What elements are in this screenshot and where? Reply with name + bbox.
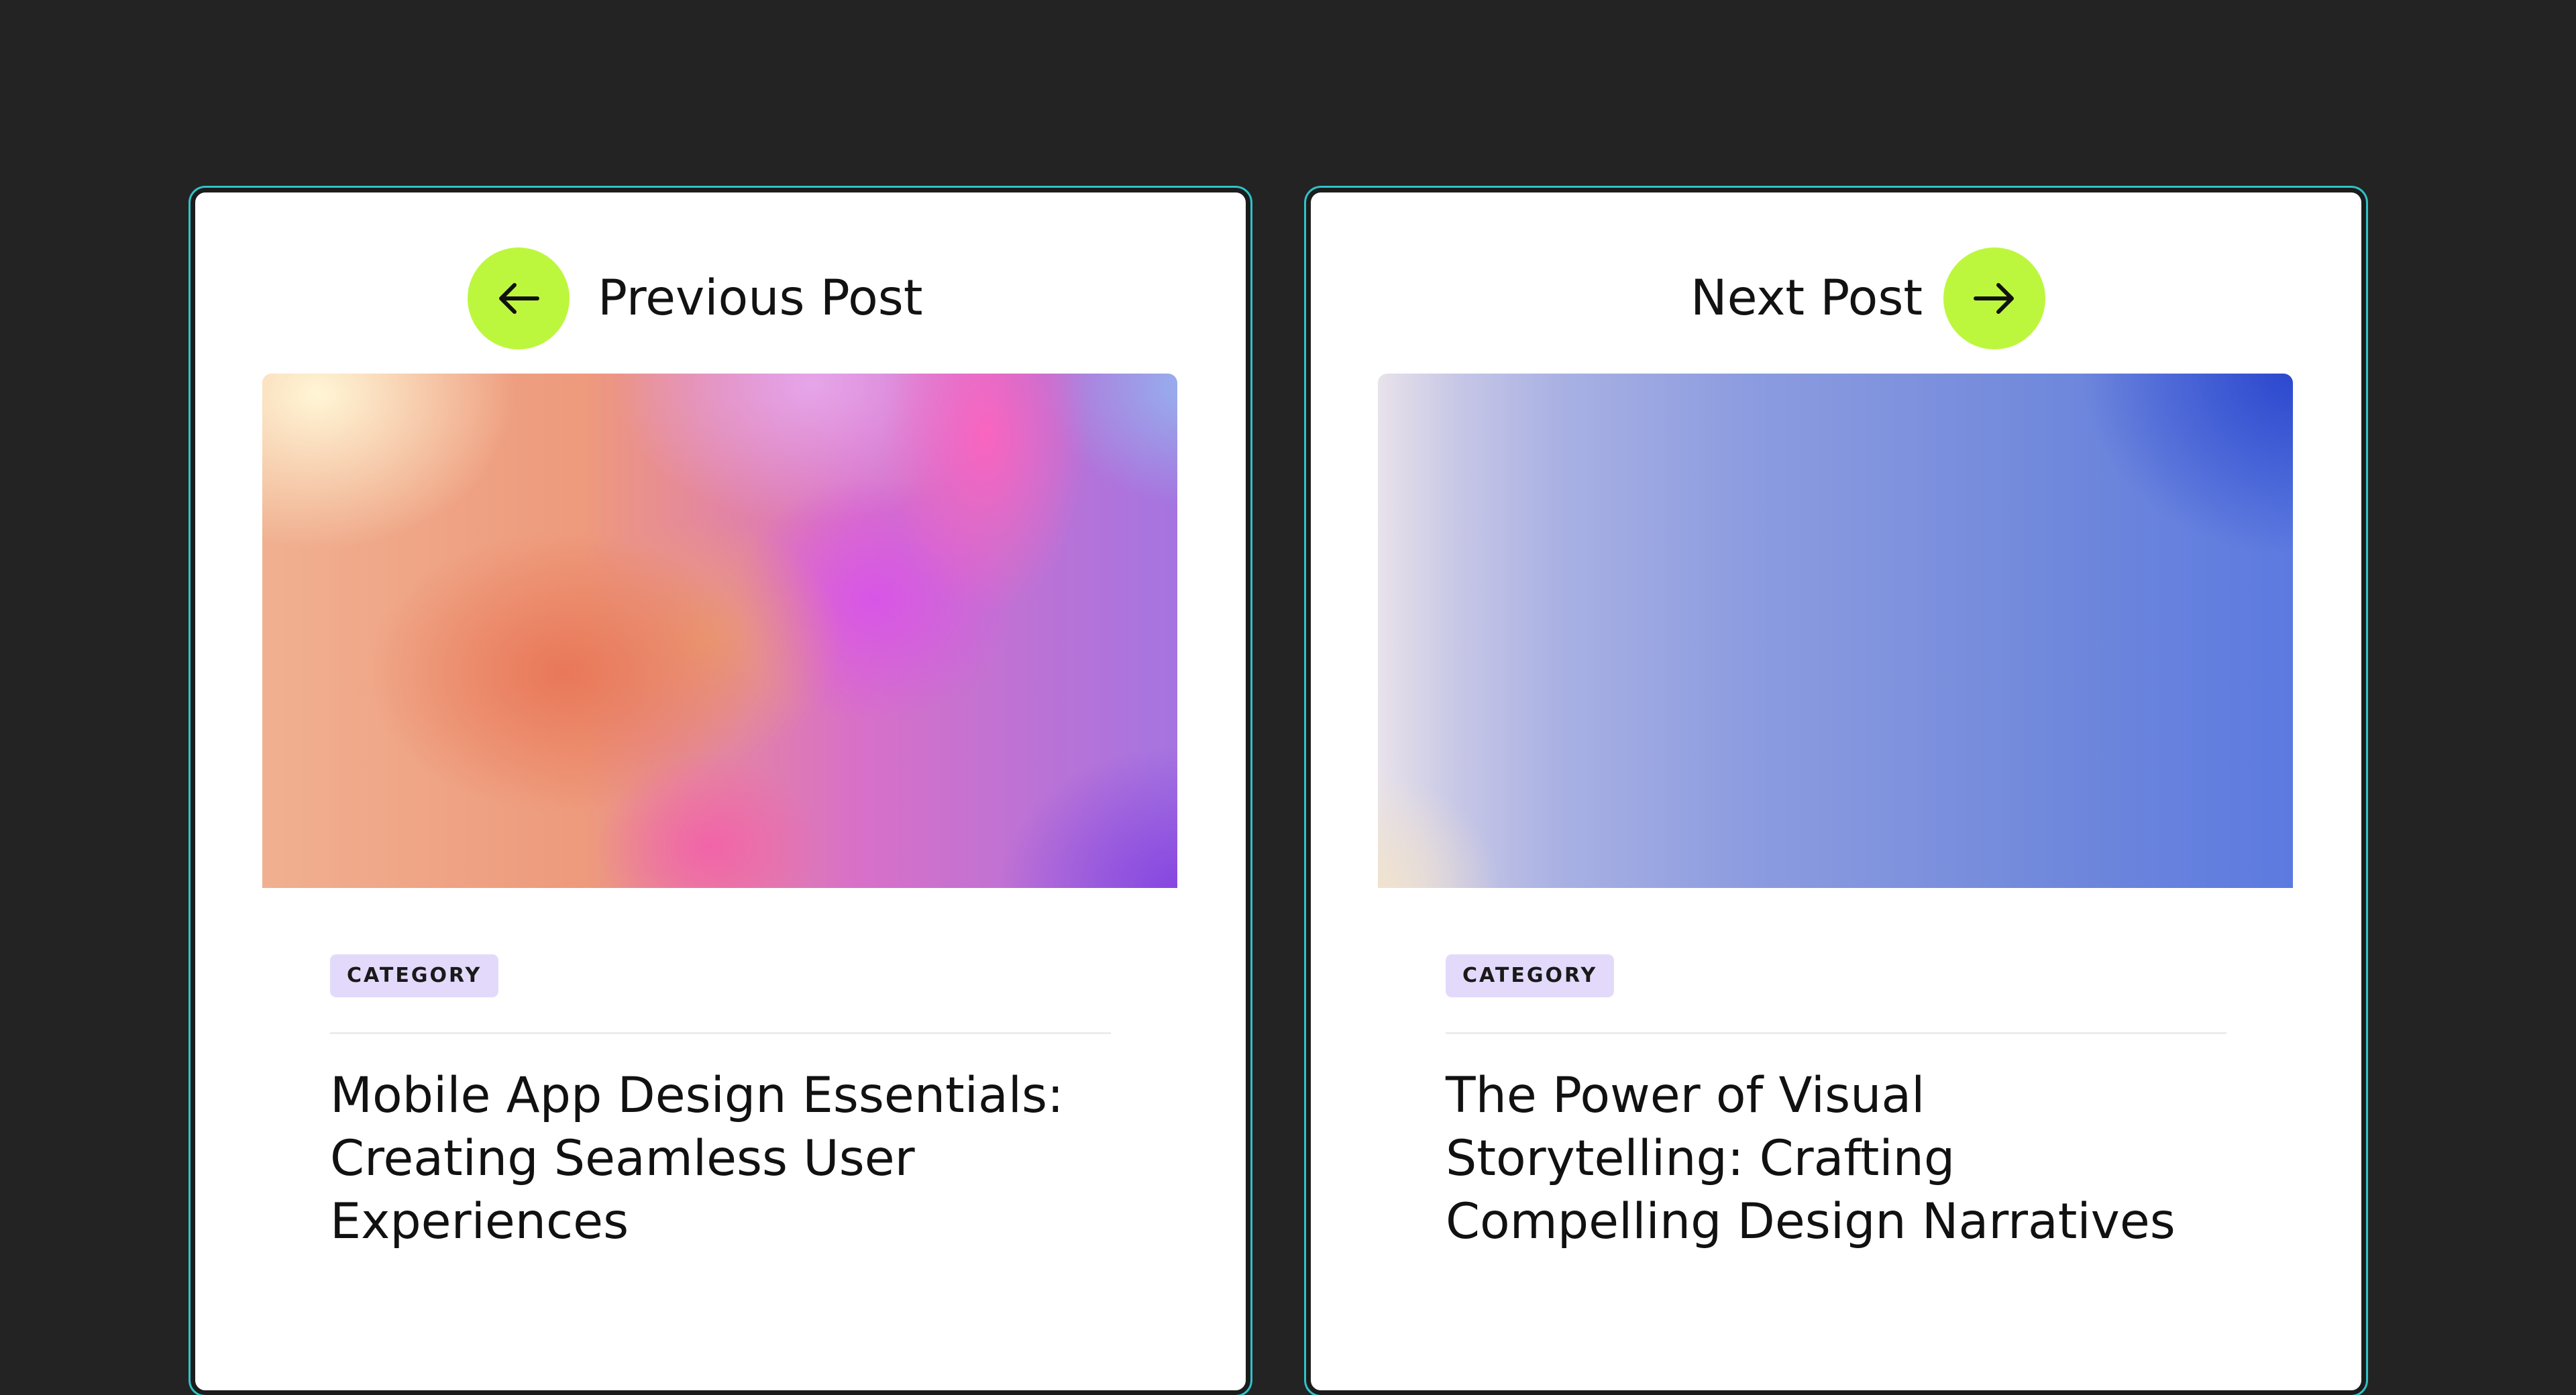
previous-post-label[interactable]: Previous Post	[598, 266, 922, 331]
previous-post-card[interactable]: Previous Post CATEGORY Mobile App Design…	[191, 188, 1250, 1395]
next-post-thumbnail[interactable]	[1378, 374, 2293, 888]
previous-post-title[interactable]: Mobile App Design Essentials: Creating S…	[330, 1064, 1122, 1253]
next-post-title[interactable]: The Power of Visual Storytelling: Crafti…	[1446, 1064, 2237, 1253]
next-post-nav: Next Post	[1311, 247, 2361, 349]
previous-post-nav: Previous Post	[195, 247, 1246, 349]
previous-post-button[interactable]	[468, 247, 570, 349]
divider	[330, 1032, 1111, 1034]
previous-post-thumbnail[interactable]	[262, 374, 1177, 888]
arrow-left-icon	[499, 283, 539, 314]
arrow-right-icon	[1974, 283, 2014, 314]
category-badge[interactable]: CATEGORY	[330, 954, 499, 997]
next-post-button[interactable]	[1943, 247, 2045, 349]
category-badge[interactable]: CATEGORY	[1446, 954, 1615, 997]
next-post-card[interactable]: Next Post CATEGORY The Power of Visual S…	[1306, 188, 2366, 1395]
divider	[1446, 1032, 2226, 1034]
next-post-label[interactable]: Next Post	[1690, 266, 1923, 331]
